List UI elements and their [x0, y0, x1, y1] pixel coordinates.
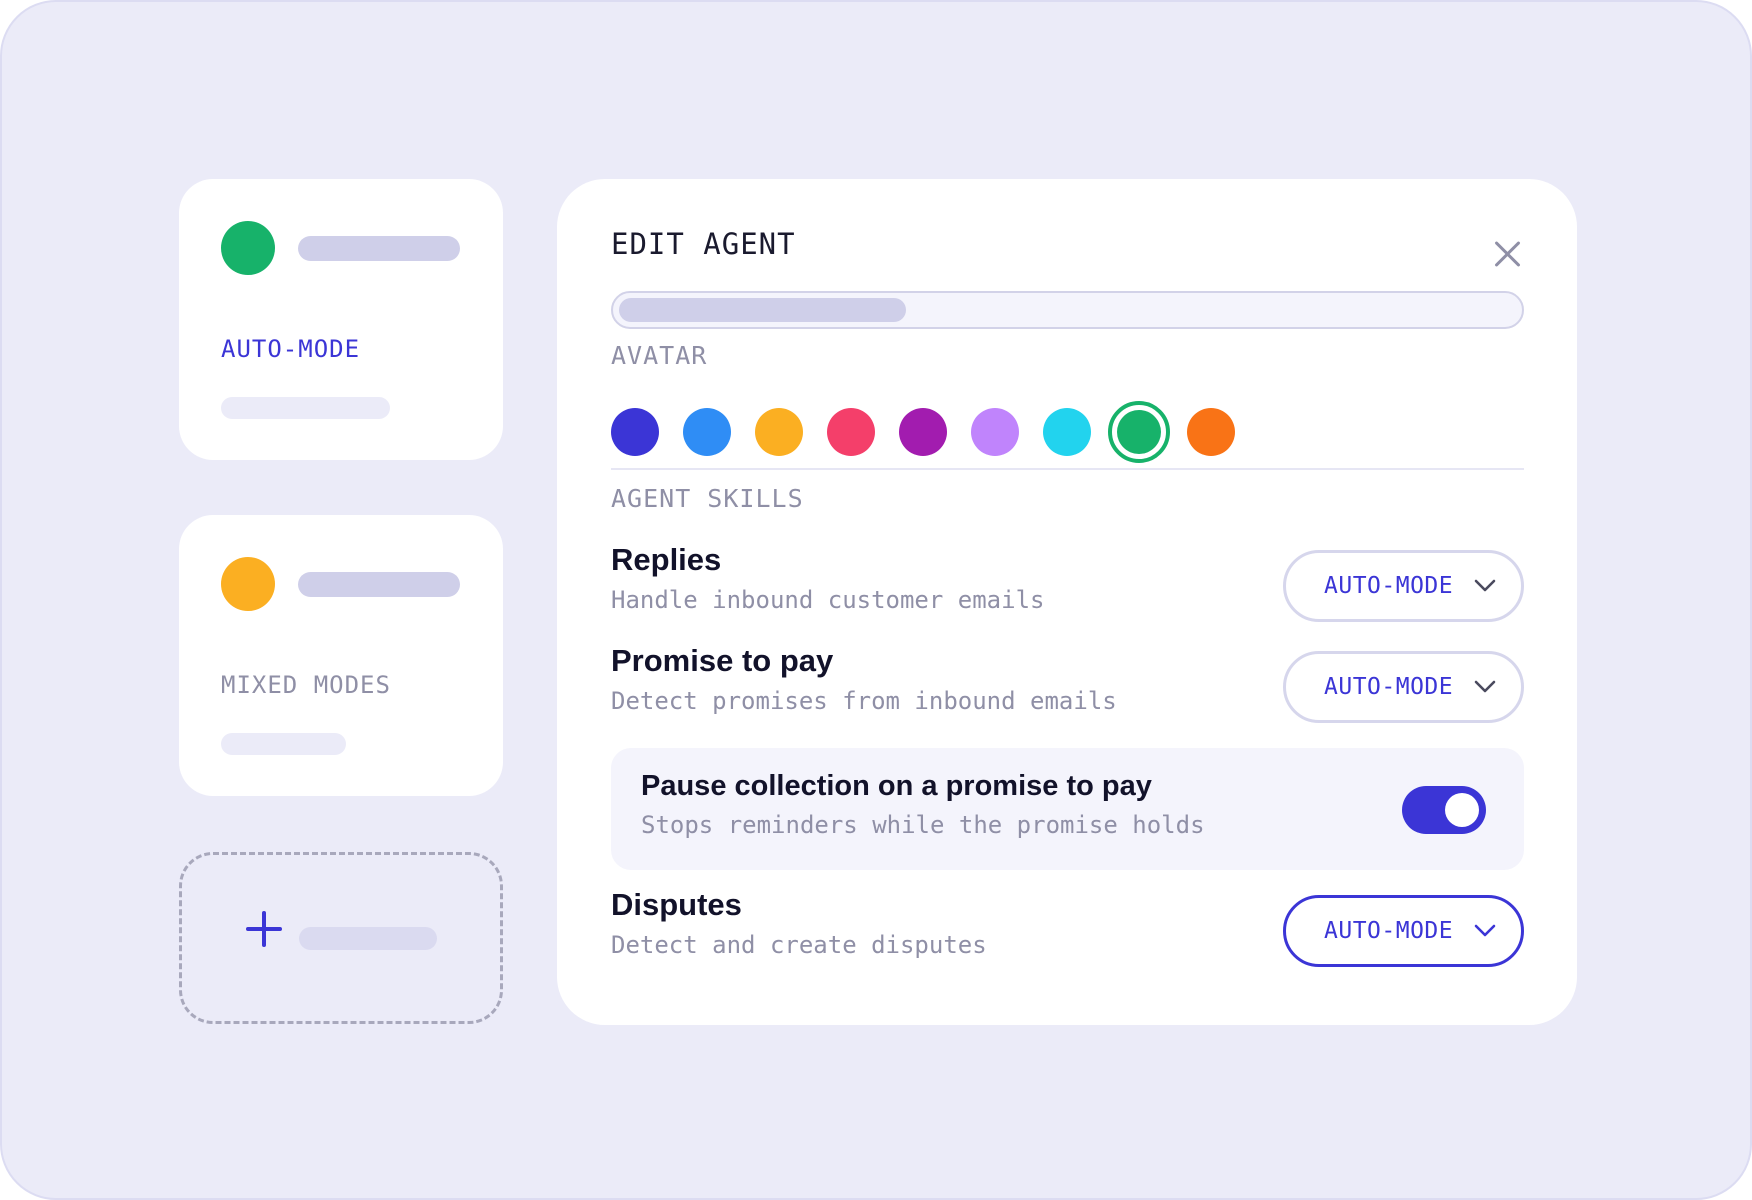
avatar-color-swatch[interactable]: [827, 408, 875, 456]
avatar-color-swatch[interactable]: [1187, 408, 1235, 456]
skill-description: Detect promises from inbound emails: [611, 687, 1117, 715]
avatar-color-swatch[interactable]: [611, 408, 659, 456]
selected-color-fill: [1117, 410, 1161, 454]
skill-mode-dropdown[interactable]: AUTO-MODE: [1283, 550, 1524, 622]
avatar-color-swatch[interactable]: [755, 408, 803, 456]
agent-name-placeholder: [298, 236, 460, 261]
avatar-color-swatch-selected[interactable]: [1108, 401, 1170, 463]
agent-card[interactable]: MIXED MODES: [179, 515, 503, 796]
skill-title: Replies: [611, 542, 722, 577]
app-frame: AUTO-MODE MIXED MODES EDIT AGENT AVATAR: [0, 0, 1752, 1200]
skill-mode-dropdown[interactable]: AUTO-MODE: [1283, 895, 1524, 967]
option-description: Stops reminders while the promise holds: [641, 811, 1205, 839]
skill-description: Handle inbound customer emails: [611, 586, 1045, 614]
agent-detail-placeholder: [221, 733, 346, 755]
section-divider: [611, 468, 1524, 470]
avatar-color-swatch[interactable]: [899, 408, 947, 456]
agent-mode-label: AUTO-MODE: [221, 335, 361, 363]
pause-collection-option: Pause collection on a promise to pay Sto…: [611, 748, 1524, 870]
agent-card[interactable]: AUTO-MODE: [179, 179, 503, 460]
avatar-color-swatch[interactable]: [971, 408, 1019, 456]
skill-title: Promise to pay: [611, 643, 834, 678]
agent-avatar: [221, 221, 275, 275]
panel-title: EDIT AGENT: [611, 227, 796, 261]
avatar-color-swatch[interactable]: [1043, 408, 1091, 456]
option-title: Pause collection on a promise to pay: [641, 770, 1152, 802]
avatar-section-label: AVATAR: [611, 341, 708, 370]
dropdown-value: AUTO-MODE: [1324, 918, 1454, 944]
skill-mode-dropdown[interactable]: AUTO-MODE: [1283, 651, 1524, 723]
add-agent-button[interactable]: [179, 852, 503, 1024]
agent-detail-placeholder: [221, 397, 390, 419]
dropdown-value: AUTO-MODE: [1324, 674, 1454, 700]
agent-name-input[interactable]: [611, 291, 1524, 329]
agent-avatar: [221, 557, 275, 611]
avatar-color-swatch[interactable]: [683, 408, 731, 456]
agent-mode-label: MIXED MODES: [221, 671, 391, 699]
skill-title: Disputes: [611, 887, 742, 922]
chevron-down-icon: [1474, 924, 1496, 937]
avatar-color-picker: [611, 399, 1261, 465]
add-agent-label-placeholder: [299, 927, 437, 950]
chevron-down-icon: [1474, 680, 1496, 693]
edit-agent-panel: EDIT AGENT AVATAR AGENT SKILLS Replies H…: [557, 179, 1577, 1025]
dropdown-value: AUTO-MODE: [1324, 573, 1454, 599]
agent-name-value-placeholder: [619, 298, 906, 322]
agent-name-placeholder: [298, 572, 460, 597]
agent-skills-label: AGENT SKILLS: [611, 484, 804, 513]
plus-icon: [246, 911, 282, 947]
chevron-down-icon: [1474, 579, 1496, 592]
toggle-knob: [1445, 793, 1479, 827]
close-icon[interactable]: [1490, 236, 1526, 272]
skill-description: Detect and create disputes: [611, 931, 987, 959]
pause-collection-toggle[interactable]: [1402, 786, 1486, 834]
